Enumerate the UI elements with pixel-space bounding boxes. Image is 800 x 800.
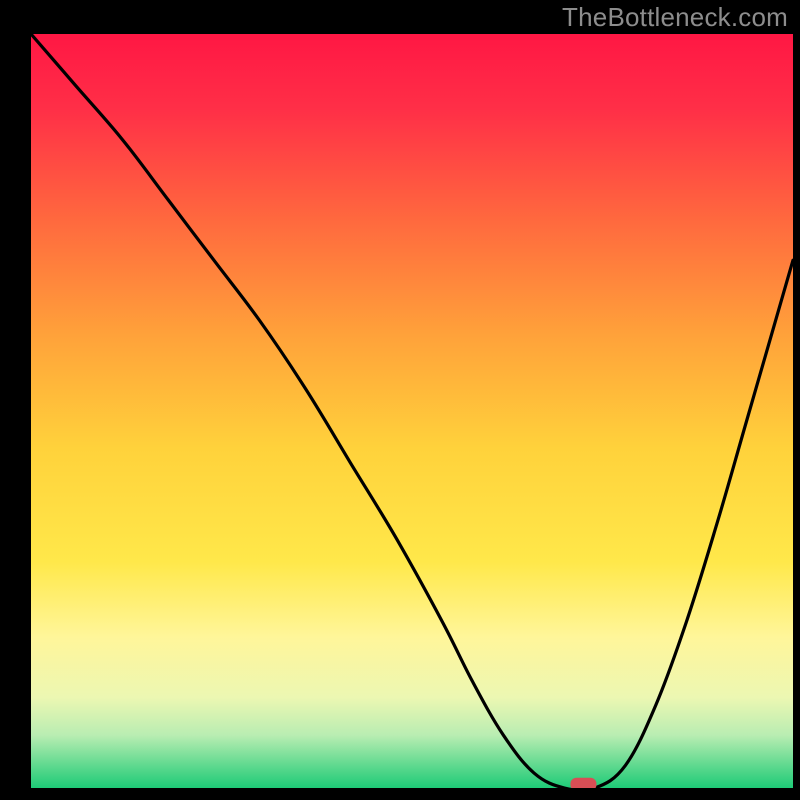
- bottleneck-chart: [0, 0, 800, 800]
- axis-left: [0, 0, 31, 800]
- plot-background: [31, 34, 793, 788]
- axis-bottom: [0, 788, 800, 800]
- watermark-text: TheBottleneck.com: [562, 2, 788, 33]
